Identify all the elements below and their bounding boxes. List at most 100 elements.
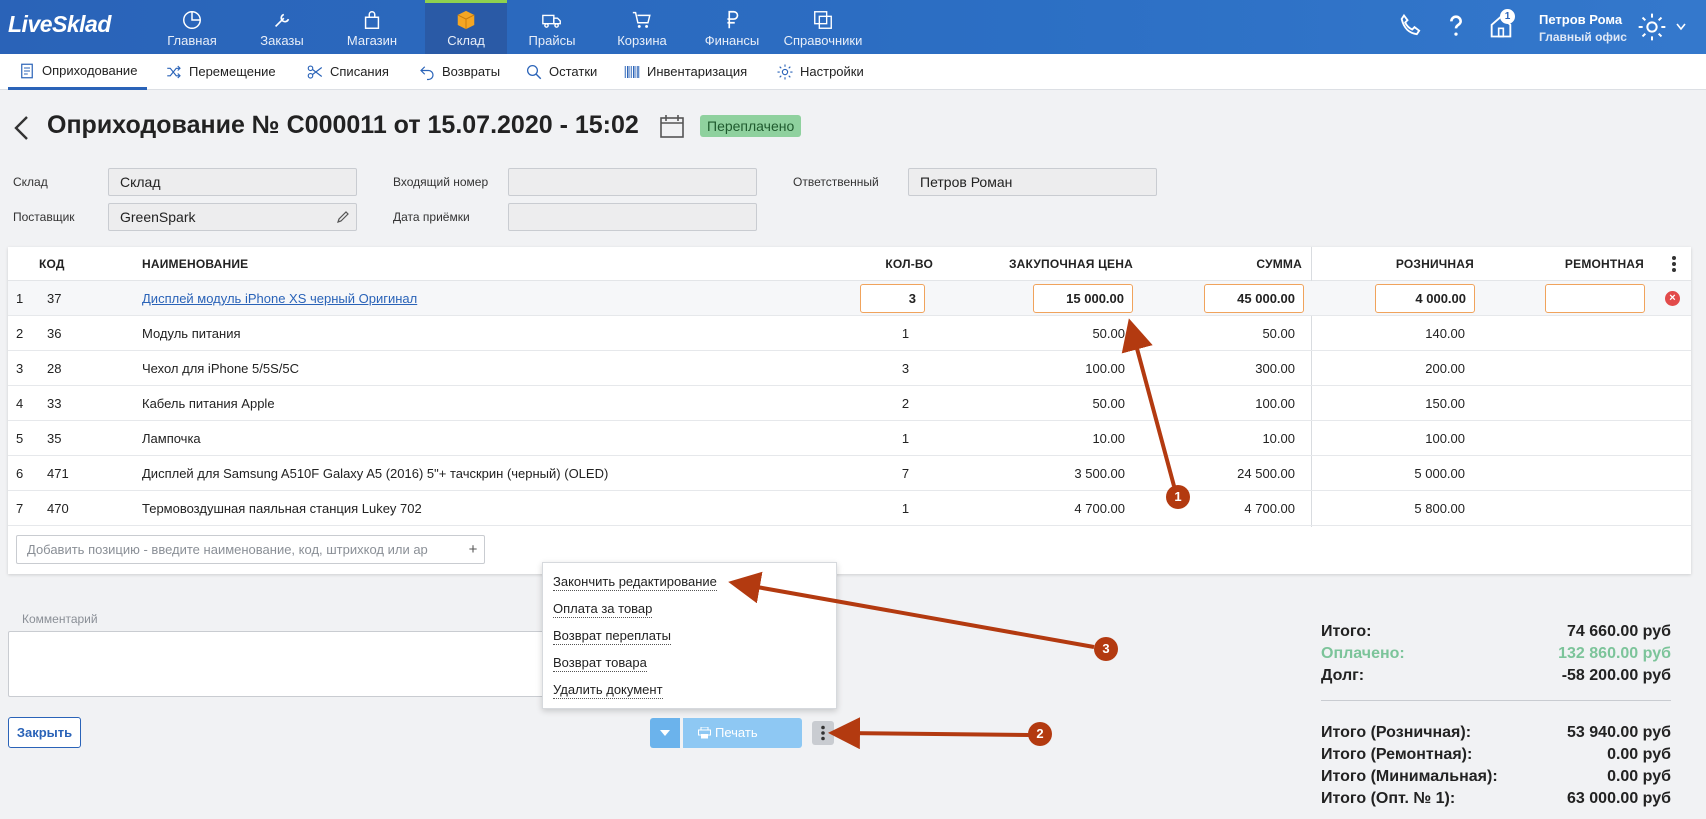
pie-chart-icon xyxy=(183,11,201,29)
add-item-plus-button[interactable]: + xyxy=(462,536,484,563)
row-retail: 200.00 xyxy=(1425,361,1465,376)
columns-menu-icon[interactable] xyxy=(1671,255,1677,273)
chevron-down-icon[interactable] xyxy=(1676,23,1686,31)
barcode-icon xyxy=(624,66,640,78)
table-row[interactable]: 4 33 Кабель питания Apple 2 50.00 100.00… xyxy=(8,386,1691,421)
subnav-stock-label: Остатки xyxy=(549,64,598,79)
row-retail: 150.00 xyxy=(1425,396,1465,411)
box-icon xyxy=(457,10,475,30)
close-button[interactable]: Закрыть xyxy=(8,717,81,748)
nav-prices[interactable]: Прайсы xyxy=(518,0,586,54)
incoming-number-field[interactable] xyxy=(508,168,757,196)
row-qty: 2 xyxy=(901,396,910,411)
debt-value: -58 200.00 руб xyxy=(1561,667,1671,684)
delete-row-icon[interactable]: × xyxy=(1665,291,1680,306)
subnav-transfer[interactable]: Перемещение xyxy=(165,54,276,90)
row-name: Дисплей для Samsung A510F Galaxy A5 (201… xyxy=(142,466,609,481)
app-logo[interactable]: LiveSklad xyxy=(8,11,111,38)
nav-warehouse[interactable]: Склад xyxy=(425,0,507,54)
subnav-stock[interactable]: Остатки xyxy=(525,54,597,90)
shuffle-icon xyxy=(167,65,181,79)
col-name: НАИМЕНОВАНИЕ xyxy=(142,257,249,271)
menu-refund-overpayment[interactable]: Возврат переплаты xyxy=(553,628,671,645)
qty-input[interactable]: 3 xyxy=(860,284,925,313)
comment-textarea[interactable] xyxy=(8,631,548,697)
pencil-icon[interactable] xyxy=(336,210,350,224)
row-purchase-price: 10.00 xyxy=(1092,431,1125,446)
user-name[interactable]: Петров Рома xyxy=(1539,12,1622,27)
row-name-link[interactable]: Дисплей модуль iPhone XS черный Оригинал xyxy=(142,281,417,316)
nav-cart[interactable]: Корзина xyxy=(608,0,676,54)
total-repair-value: 0.00 руб xyxy=(1607,746,1671,763)
nav-finance[interactable]: Финансы xyxy=(698,0,766,54)
nav-shop-label: Магазин xyxy=(346,33,398,48)
calendar-icon[interactable] xyxy=(659,113,685,139)
receipt-date-field[interactable] xyxy=(508,203,757,231)
nav-shop[interactable]: Магазин xyxy=(338,0,406,54)
table-row[interactable]: 7 470 Термовоздушная паяльная станция Lu… xyxy=(8,491,1691,526)
nav-home-label: Главная xyxy=(167,33,217,48)
row-number: 3 xyxy=(16,361,24,376)
totals-divider xyxy=(1321,700,1671,701)
supplier-field[interactable]: GreenSpark xyxy=(108,203,357,231)
sum-input[interactable]: 45 000.00 xyxy=(1204,284,1304,313)
more-actions-button[interactable] xyxy=(812,721,834,745)
nav-orders[interactable]: Заказы xyxy=(248,0,316,54)
total-min-value: 0.00 руб xyxy=(1607,768,1671,785)
subnav-inventory[interactable]: Инвентаризация xyxy=(623,54,747,90)
print-button-label: Печать xyxy=(715,725,758,740)
table-row[interactable]: 5 35 Лампочка 1 10.00 10.00 100.00 xyxy=(8,421,1691,456)
retail-price-input[interactable]: 4 000.00 xyxy=(1375,284,1475,313)
add-item-input[interactable]: Добавить позицию - введите наименование,… xyxy=(16,535,485,564)
nav-finance-label: Финансы xyxy=(704,33,760,48)
row-purchase-price: 4 700.00 xyxy=(1074,501,1125,516)
table-row[interactable]: 1 37 Дисплей модуль iPhone XS черный Ори… xyxy=(8,281,1691,316)
subnav-returns-label: Возвраты xyxy=(442,64,501,79)
row-sum: 10.00 xyxy=(1262,431,1295,446)
kebab-menu-icon xyxy=(821,725,825,741)
subnav-receipt[interactable]: Оприходование xyxy=(8,54,148,90)
user-office[interactable]: Главный офис xyxy=(1539,30,1627,44)
row-number: 7 xyxy=(16,501,24,516)
shopping-bag-icon xyxy=(364,11,380,29)
total-value: 74 660.00 руб xyxy=(1567,623,1671,640)
menu-delete-document[interactable]: Удалить документ xyxy=(553,682,663,699)
warehouse-label: Склад xyxy=(13,175,48,189)
nav-references[interactable]: Справочники xyxy=(780,0,866,54)
row-qty: 7 xyxy=(901,466,910,481)
menu-pay-goods[interactable]: Оплата за товар xyxy=(553,601,653,618)
nav-cart-label: Корзина xyxy=(617,33,667,48)
annotation-marker-1: 1 xyxy=(1166,485,1190,509)
row-qty: 1 xyxy=(901,501,910,516)
row-number: 4 xyxy=(16,396,24,411)
help-icon[interactable] xyxy=(1442,12,1470,40)
row-retail: 140.00 xyxy=(1425,326,1465,341)
subnav-returns[interactable]: Возвраты xyxy=(418,54,500,90)
nav-warehouse-label: Склад xyxy=(447,33,485,48)
warehouse-field[interactable]: Склад xyxy=(108,168,357,196)
table-row[interactable]: 6 471 Дисплей для Samsung A510F Galaxy A… xyxy=(8,456,1691,491)
table-row[interactable]: 3 28 Чехол для iPhone 5/5S/5C 3 100.00 3… xyxy=(8,351,1691,386)
menu-finish-editing[interactable]: Закончить редактирование xyxy=(553,574,717,591)
nav-home[interactable]: Главная xyxy=(158,0,226,54)
row-qty: 1 xyxy=(901,431,910,446)
caret-down-icon xyxy=(660,730,670,736)
phone-icon[interactable] xyxy=(1397,12,1425,40)
repair-price-input[interactable] xyxy=(1545,284,1645,313)
table-row[interactable]: 2 36 Модуль питания 1 50.00 50.00 140.00 xyxy=(8,316,1691,351)
return-icon xyxy=(420,66,434,81)
back-arrow-icon[interactable] xyxy=(12,114,30,142)
print-button[interactable]: Печать xyxy=(683,718,802,748)
subnav-writeoff[interactable]: Списания xyxy=(306,54,389,90)
col-repair: РЕМОНТНАЯ xyxy=(1564,257,1644,271)
subnav-settings[interactable]: Настройки xyxy=(776,54,864,90)
subnav-inventory-label: Инвентаризация xyxy=(647,64,748,79)
print-dropdown-button[interactable] xyxy=(650,718,680,748)
top-navbar: LiveSklad Главная Заказы Магазин Склад П… xyxy=(0,0,1706,54)
responsible-field[interactable]: Петров Роман xyxy=(908,168,1157,196)
menu-return-goods[interactable]: Возврат товара xyxy=(553,655,647,672)
purchase-price-input[interactable]: 15 000.00 xyxy=(1033,284,1133,313)
col-qty: КОЛ-ВО xyxy=(885,257,933,271)
gear-icon[interactable] xyxy=(1636,11,1668,43)
row-name: Чехол для iPhone 5/5S/5C xyxy=(142,361,299,376)
